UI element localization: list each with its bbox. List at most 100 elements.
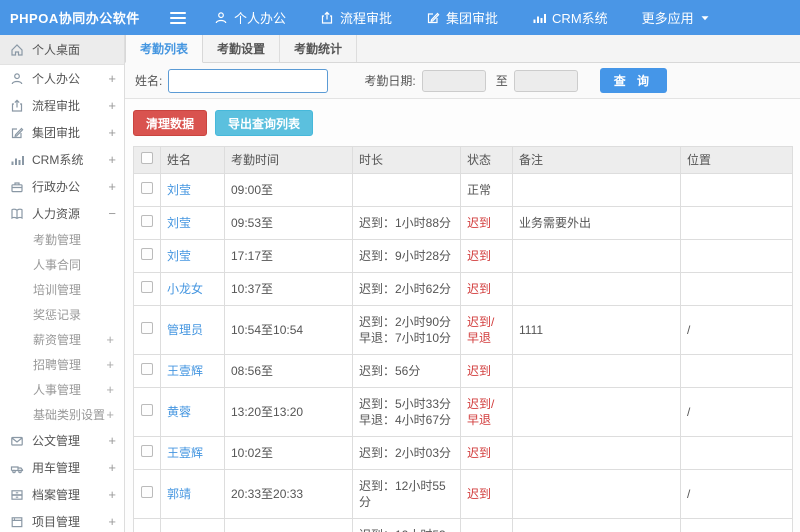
tab-1[interactable]: 考勤列表: [125, 35, 204, 63]
export-list-button[interactable]: 导出查询列表: [215, 110, 314, 136]
sidebar-subitem-考勤管理[interactable]: 考勤管理: [0, 227, 124, 252]
home-icon: [10, 43, 25, 57]
nav-item-label: 更多应用: [641, 11, 694, 26]
table-row: 黄蓉 13:20至13:20 迟到：5小时33分 早退：4小时67分 迟到/早退 /: [133, 387, 793, 437]
row-checkbox[interactable]: [141, 182, 153, 194]
name-input[interactable]: [168, 68, 329, 93]
row-checkbox[interactable]: [141, 322, 153, 334]
expand-toggle-icon[interactable]: +: [106, 382, 114, 397]
row-checkbox[interactable]: [141, 486, 153, 498]
note-cell: [512, 239, 681, 273]
sidebar-item-5[interactable]: CRM系统 +: [0, 146, 124, 173]
table-row: 小龙女 10:37至 迟到：2小时62分 迟到: [133, 272, 793, 306]
location-cell: /: [680, 305, 793, 355]
attendance-time-cell: 17:17至: [224, 239, 353, 273]
hamburger-menu-icon[interactable]: [170, 11, 186, 24]
sidebar-subitem-label: 人事合同: [33, 258, 82, 272]
sidebar-subitem-薪资管理[interactable]: 薪资管理 +: [0, 327, 124, 352]
sidebar-subitem-奖惩记录[interactable]: 奖惩记录: [0, 302, 124, 327]
sidebar-subitem-label: 人事管理: [33, 383, 82, 397]
sidebar-item-1[interactable]: 个人桌面: [0, 35, 124, 65]
expand-toggle-icon[interactable]: +: [108, 125, 116, 140]
sidebar-item-label: 项目管理: [32, 515, 81, 529]
expand-toggle-icon[interactable]: +: [108, 98, 116, 113]
sidebar-subitem-培训管理[interactable]: 培训管理: [0, 277, 124, 302]
employee-name-link[interactable]: 管理员: [167, 323, 203, 337]
nav-item-3[interactable]: 集团审批: [426, 8, 498, 27]
sidebar-item-7[interactable]: 人力资源 −: [0, 200, 124, 227]
note-cell: [512, 272, 681, 306]
query-button[interactable]: 查 询: [599, 68, 668, 93]
expand-toggle-icon[interactable]: +: [108, 433, 116, 448]
employee-name-link[interactable]: 刘莹: [167, 249, 191, 263]
note-cell: [512, 469, 681, 519]
sidebar-item-6[interactable]: 行政办公 +: [0, 173, 124, 200]
sidebar-item-4[interactable]: 集团审批 +: [0, 119, 124, 146]
expand-toggle-icon[interactable]: +: [106, 357, 114, 372]
expand-toggle-icon[interactable]: +: [108, 152, 116, 167]
employee-name-link[interactable]: 郭靖: [167, 487, 191, 501]
expand-toggle-icon[interactable]: +: [108, 460, 116, 475]
expand-toggle-icon[interactable]: +: [106, 332, 114, 347]
status-cell: 迟到: [460, 206, 513, 240]
expand-toggle-icon[interactable]: +: [106, 407, 114, 422]
note-cell: [512, 354, 681, 388]
sidebar-subitem-人事管理[interactable]: 人事管理 +: [0, 377, 124, 402]
table-row: 管理员 10:54至10:54 迟到：2小时90分 早退：7小时10分 迟到/早退 111…: [133, 305, 793, 355]
column-header-1: 姓名: [160, 146, 225, 174]
row-checkbox[interactable]: [141, 215, 153, 227]
employee-name-link[interactable]: 王壹辉: [167, 446, 203, 460]
workflow-icon: [10, 99, 25, 113]
sidebar-item-11[interactable]: 项目管理 +: [0, 508, 124, 532]
tab-3[interactable]: 考勤统计: [280, 35, 358, 62]
attendance-time-cell: 20:32至20:32: [224, 518, 353, 532]
row-checkbox[interactable]: [141, 281, 153, 293]
employee-name-link[interactable]: 小龙女: [167, 282, 203, 296]
sidebar-item-2[interactable]: 个人办公 +: [0, 65, 124, 92]
expand-toggle-icon[interactable]: +: [108, 71, 116, 86]
attendance-table: 姓名 考勤时间 时长 状态 备注 位置 刘莹 09:00至 正常 刘莹 09:53至 迟到：1小时8…: [133, 146, 793, 532]
employee-name-link[interactable]: 刘莹: [167, 183, 191, 197]
employee-name-link[interactable]: 黄蓉: [167, 405, 191, 419]
expand-toggle-icon[interactable]: +: [108, 487, 116, 502]
employee-name-link[interactable]: 王壹辉: [167, 364, 203, 378]
sidebar-item-3[interactable]: 流程审批 +: [0, 92, 124, 119]
nav-item-5[interactable]: 更多应用: [642, 8, 710, 27]
sidebar-subitem-招聘管理[interactable]: 招聘管理 +: [0, 352, 124, 377]
nav-item-4[interactable]: CRM系统: [532, 8, 608, 27]
person-icon: [10, 72, 25, 86]
expand-toggle-icon[interactable]: +: [108, 514, 116, 529]
location-cell: [680, 354, 793, 388]
date-to-input[interactable]: [513, 69, 578, 92]
name-label: 姓名:: [135, 74, 163, 88]
sidebar-item-10[interactable]: 档案管理 +: [0, 481, 124, 508]
nav-item-2[interactable]: 流程审批: [320, 8, 392, 27]
clear-data-button[interactable]: 清理数据: [133, 110, 208, 136]
tab-2[interactable]: 考勤设置: [203, 35, 281, 62]
sidebar-subitem-label: 招聘管理: [33, 358, 82, 372]
workflow-icon: [320, 11, 334, 25]
row-checkbox[interactable]: [141, 404, 153, 416]
nav-item-1[interactable]: 个人办公: [214, 8, 286, 27]
search-bar: 姓名: 考勤日期: 至 查 询: [125, 63, 800, 99]
sidebar-item-9[interactable]: 用车管理 +: [0, 454, 124, 481]
date-from-input[interactable]: [421, 69, 486, 92]
sidebar-subitem-人事合同[interactable]: 人事合同: [0, 252, 124, 277]
employee-name-link[interactable]: 刘莹: [167, 216, 191, 230]
sidebar-subitem-基础类别设置[interactable]: 基础类别设置 +: [0, 402, 124, 427]
column-header-3: 时长: [352, 146, 461, 174]
expand-toggle-icon[interactable]: +: [108, 179, 116, 194]
location-cell: [680, 206, 793, 240]
sidebar-subitem-label: 薪资管理: [33, 333, 82, 347]
action-bar: 清理数据 导出查询列表: [125, 99, 800, 146]
sidebar-item-8[interactable]: 公文管理 +: [0, 427, 124, 454]
attendance-time-cell: 09:00至: [224, 173, 353, 207]
chart-icon: [10, 153, 25, 167]
caret-down-icon: [700, 13, 710, 23]
expand-toggle-icon[interactable]: −: [108, 206, 116, 221]
row-checkbox[interactable]: [141, 445, 153, 457]
select-all-checkbox[interactable]: [141, 152, 153, 164]
duration-cell: 迟到：5小时33分 早退：4小时67分: [352, 387, 461, 437]
row-checkbox[interactable]: [141, 363, 153, 375]
row-checkbox[interactable]: [141, 248, 153, 260]
